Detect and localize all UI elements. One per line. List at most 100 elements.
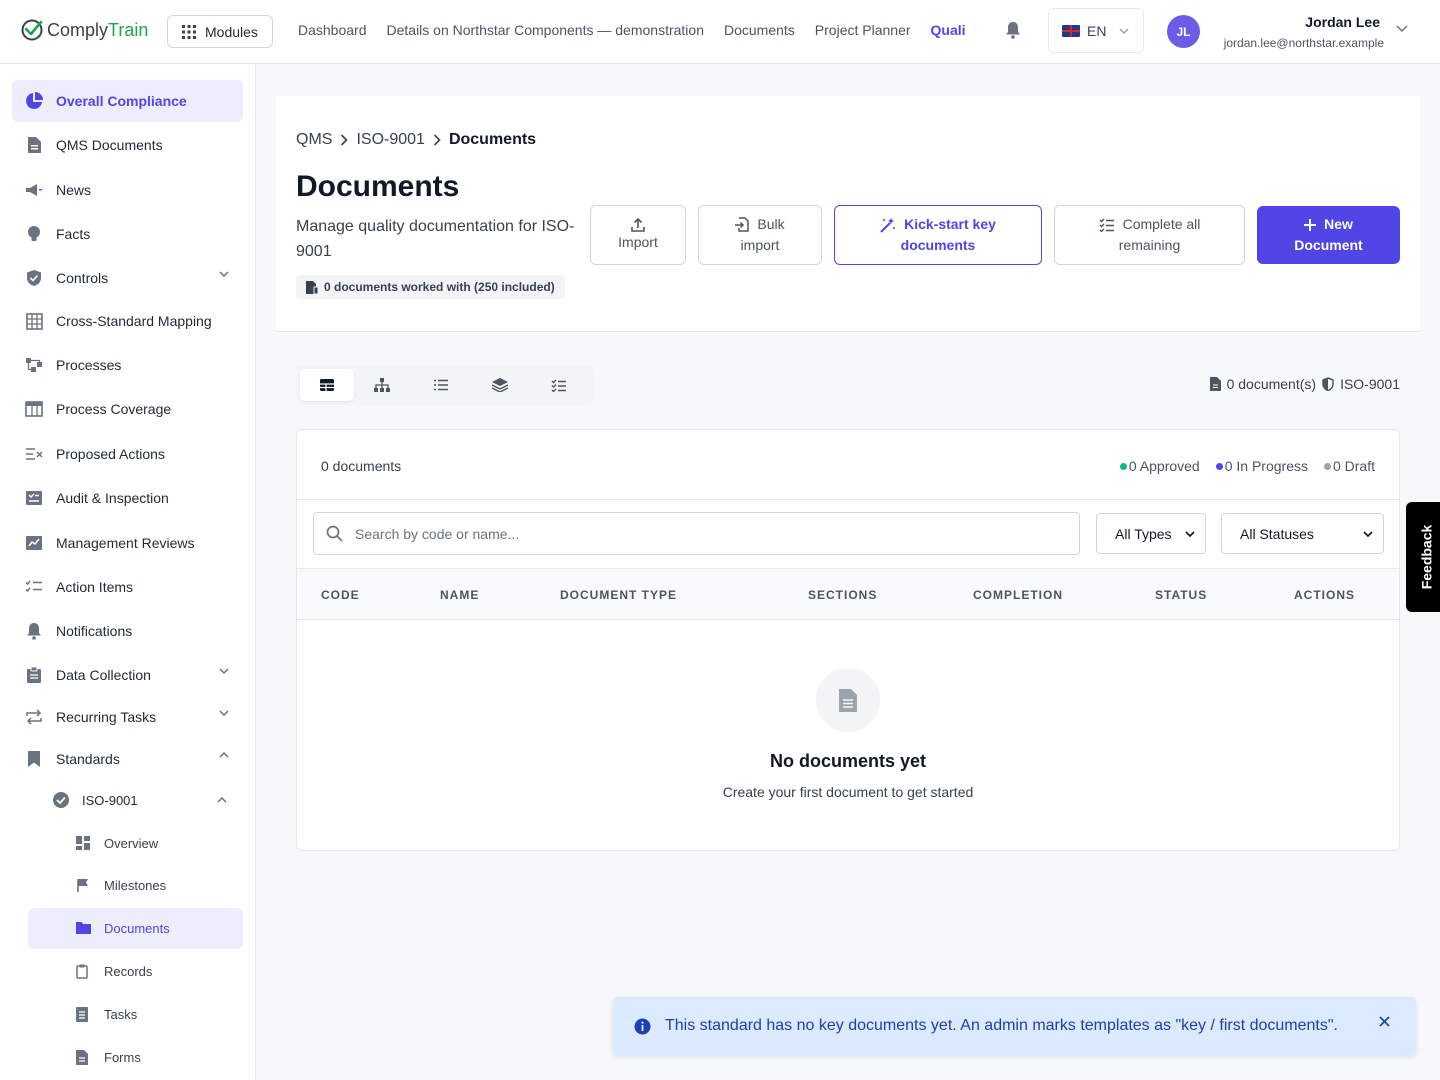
sidebar-item-controls[interactable]: Controls: [12, 257, 243, 299]
sidebar-label: Controls: [56, 270, 109, 286]
bell-icon[interactable]: [1005, 21, 1021, 39]
table-view-icon: [320, 379, 334, 391]
tab-list-view[interactable]: [414, 369, 468, 401]
sidebar-item-standards[interactable]: Standards: [12, 738, 243, 780]
kickstart-key-documents-button[interactable]: Kick-start key documents: [834, 205, 1042, 265]
language-selector[interactable]: EN: [1048, 8, 1144, 53]
sidebar-item-overview[interactable]: Overview: [28, 823, 243, 864]
shield-half-icon: [1322, 377, 1334, 391]
layers-view-icon: [492, 378, 508, 392]
new-document-button[interactable]: New Document: [1257, 206, 1400, 264]
sidebar-label: Forms: [104, 1050, 141, 1065]
sidebar-item-milestones[interactable]: Milestones: [28, 865, 243, 906]
sidebar-item-cross-standard-mapping[interactable]: Cross-Standard Mapping: [12, 300, 243, 342]
bell-icon: [24, 621, 44, 641]
tab-hierarchy-view[interactable]: [355, 369, 409, 401]
sidebar-item-processes[interactable]: Processes: [12, 344, 243, 386]
sidebar-item-recurring-tasks[interactable]: Recurring Tasks: [12, 696, 243, 738]
sidebar-item-audit-inspection[interactable]: Audit & Inspection: [12, 477, 243, 519]
breadcrumb-iso-9001[interactable]: ISO-9001: [356, 131, 424, 149]
kickstart-label-1: Kick-start key: [904, 216, 996, 232]
list-doc-icon: [76, 1007, 88, 1025]
sidebar-label: QMS Documents: [56, 137, 163, 153]
close-icon[interactable]: [1379, 1016, 1390, 1027]
column-sections[interactable]: SECTIONS: [808, 588, 877, 602]
complete-label-1: Complete all: [1122, 216, 1201, 232]
topnav-documents[interactable]: Documents: [724, 22, 795, 38]
legend-in-progress: 0 In Progress: [1215, 458, 1308, 474]
sidebar-label: Management Reviews: [56, 535, 195, 551]
sidebar-label: Processes: [56, 357, 122, 373]
breadcrumb: QMS ISO-9001 Documents: [296, 131, 536, 149]
sidebar-item-documents[interactable]: Documents: [28, 908, 243, 949]
column-code[interactable]: CODE: [321, 588, 360, 602]
app-logo[interactable]: ComplyTrain: [20, 18, 148, 42]
sidebar-item-notifications[interactable]: Notifications: [12, 610, 243, 652]
sidebar-item-data-collection[interactable]: Data Collection: [12, 654, 243, 696]
megaphone-icon: [24, 180, 44, 200]
magic-wand-icon: [880, 217, 896, 233]
breadcrumb-qms[interactable]: QMS: [296, 131, 332, 149]
topnav-dashboard[interactable]: Dashboard: [298, 22, 367, 38]
sidebar-item-overall-compliance[interactable]: Overall Compliance: [12, 80, 243, 122]
tasks-icon: [24, 577, 44, 597]
complete-all-remaining-button[interactable]: Complete all remaining: [1054, 205, 1245, 265]
repeat-icon: [24, 707, 44, 727]
sidebar: Overall Compliance QMS Documents News Fa…: [0, 64, 256, 1080]
feedback-tab[interactable]: Feedback: [1406, 502, 1440, 612]
topnav-details[interactable]: Details on Northstar Components — demons…: [387, 22, 704, 38]
sidebar-item-forms[interactable]: Forms: [28, 1037, 243, 1078]
document-icon: [1209, 377, 1221, 391]
modules-button[interactable]: Modules: [167, 15, 273, 48]
sidebar-item-management-reviews[interactable]: Management Reviews: [12, 522, 243, 564]
legend-approved-label: 0 Approved: [1128, 458, 1200, 474]
table-header: CODE NAME DOCUMENT TYPE SECTIONS COMPLET…: [297, 568, 1399, 620]
sidebar-item-iso-9001[interactable]: ISO-9001: [40, 779, 243, 821]
sidebar-item-tasks[interactable]: Tasks: [28, 994, 243, 1035]
sidebar-label: Process Coverage: [56, 401, 172, 417]
sidebar-item-proposed-actions[interactable]: Proposed Actions: [12, 433, 243, 475]
sidebar-item-qms-documents[interactable]: QMS Documents: [12, 124, 243, 166]
status-filter-select[interactable]: All Statuses: [1221, 513, 1384, 554]
column-status[interactable]: STATUS: [1155, 588, 1207, 602]
view-summary: 0 document(s) ISO-9001: [1209, 376, 1400, 392]
page-header: QMS ISO-9001 Documents Documents Manage …: [276, 96, 1420, 332]
column-actions: ACTIONS: [1294, 588, 1355, 602]
document-count: 0 document(s): [1226, 376, 1317, 392]
sidebar-item-action-items[interactable]: Action Items: [12, 566, 243, 608]
column-completion[interactable]: COMPLETION: [973, 588, 1063, 602]
import-button[interactable]: Import: [590, 205, 686, 265]
sidebar-label: News: [56, 182, 92, 198]
sidebar-item-records[interactable]: Records: [28, 951, 243, 992]
bookmark-icon: [24, 749, 44, 769]
bulk-import-label-2: import: [740, 237, 780, 253]
status-filter-value: All Statuses: [1240, 525, 1314, 542]
tab-table-view[interactable]: [300, 369, 354, 401]
tab-checklist-view[interactable]: [532, 369, 586, 401]
avatar[interactable]: JL: [1167, 15, 1200, 48]
search-field[interactable]: [313, 512, 1080, 555]
sidebar-item-process-coverage[interactable]: Process Coverage: [12, 388, 243, 430]
sidebar-item-facts[interactable]: Facts: [12, 213, 243, 255]
chevron-down-icon: [1185, 530, 1195, 537]
draft-dot: [1323, 462, 1331, 470]
chevron-down-icon: [219, 668, 229, 674]
bulk-import-button[interactable]: Bulk import: [698, 205, 822, 265]
sidebar-label: Milestones: [104, 878, 167, 893]
status-legend: 0 Approved 0 In Progress 0 Draft: [1119, 458, 1375, 474]
sidebar-item-news[interactable]: News: [12, 169, 243, 211]
search-input[interactable]: [355, 525, 955, 542]
topnav-project-planner[interactable]: Project Planner: [815, 22, 911, 38]
type-filter-select[interactable]: All Types: [1096, 513, 1206, 554]
upload-icon: [631, 217, 645, 232]
user-menu-chevron-icon[interactable]: [1396, 25, 1408, 33]
chevron-down-icon: [1119, 27, 1129, 34]
documents-usage-badge: 0 documents worked with (250 included): [296, 275, 565, 299]
chevron-down-icon: [219, 710, 229, 716]
topnav-quality[interactable]: Quali: [931, 22, 966, 38]
column-name[interactable]: NAME: [440, 588, 479, 602]
tab-layers-view[interactable]: [473, 369, 527, 401]
table-icon: [24, 399, 44, 419]
sidebar-label: Notifications: [56, 623, 133, 639]
column-document-type[interactable]: DOCUMENT TYPE: [560, 588, 677, 602]
